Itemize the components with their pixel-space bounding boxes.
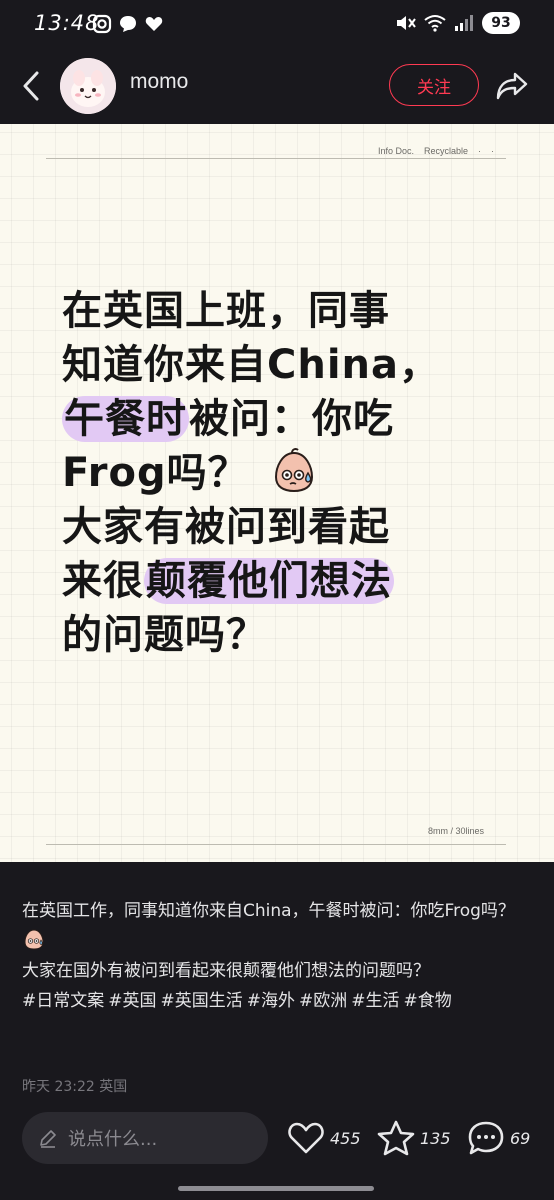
pencil-icon xyxy=(40,1130,56,1148)
share-arrow-icon xyxy=(496,72,528,100)
star-outline-icon xyxy=(377,1120,415,1156)
comment-bubble-icon xyxy=(468,1121,504,1155)
hashtag-1[interactable]: #日常文案 xyxy=(22,991,104,1011)
battery-icon: 93 xyxy=(482,12,520,34)
headline-line-7: 的问题吗？ xyxy=(62,612,267,658)
instagram-icon xyxy=(92,14,112,34)
post-header: momo 关注 xyxy=(0,52,554,124)
share-button[interactable] xyxy=(492,66,532,106)
hashtag-2[interactable]: #英国 xyxy=(108,991,156,1011)
heart-icon xyxy=(145,17,163,31)
dots-decoration: ·· xyxy=(478,146,504,156)
headline-line-4-text: Frog吗？ xyxy=(62,450,249,496)
avatar[interactable] xyxy=(60,58,116,114)
headline-highlight-1: 午餐时 xyxy=(62,396,189,442)
post-date: 昨天 23:22 英国 xyxy=(22,1079,128,1095)
hashtag-6[interactable]: #生活 xyxy=(351,991,399,1011)
doc-meta: Info Doc. Recyclable ·· xyxy=(378,146,504,156)
collect-count: 135 xyxy=(420,1128,451,1148)
headline-line-4: Frog吗？ xyxy=(62,446,502,500)
signal-icon xyxy=(455,15,473,31)
caption-line-1-text: 在英国工作，同事知道你来自China，午餐时被问：你吃Frog吗？ xyxy=(22,901,515,921)
hashtag-list: #日常文案 #英国 #英国生活 #海外 #欧洲 #生活 #食物 xyxy=(22,986,538,1016)
headline-line-6-pre: 来很 xyxy=(62,558,144,604)
doc-tag: Recyclable xyxy=(423,146,468,156)
comment-count: 69 xyxy=(510,1128,531,1148)
mute-icon xyxy=(397,16,416,30)
notification-icons xyxy=(92,14,164,34)
sweat-face-icon xyxy=(274,448,313,493)
doc-label: Info Doc. xyxy=(377,146,414,156)
top-divider xyxy=(46,158,506,159)
headline-highlight-2: 颠覆他们想法 xyxy=(144,558,394,604)
comment-placeholder: 说点什么... xyxy=(68,1129,158,1150)
hashtag-4[interactable]: #海外 xyxy=(247,991,295,1011)
hashtag-7[interactable]: #食物 xyxy=(404,991,452,1011)
headline-line-2: 知道你来自China， xyxy=(62,342,441,388)
lines-label: 8mm / 30lines xyxy=(427,826,484,836)
wifi-icon xyxy=(424,15,446,32)
sweat-face-small-icon xyxy=(24,929,44,950)
status-bar: 13:48 93 xyxy=(0,0,554,52)
caption-line-2: 大家在国外有被问到看起来很颠覆他们想法的问题吗？ xyxy=(22,961,430,981)
chat-bubble-icon xyxy=(120,16,136,32)
comment-input[interactable]: 说点什么... xyxy=(22,1112,268,1164)
headline: 在英国上班，同事 知道你来自China， 午餐时被问：你吃 Frog吗？ 大家有… xyxy=(62,284,502,662)
headline-line-5: 大家有被问到看起 xyxy=(62,504,390,550)
hashtag-5[interactable]: #欧洲 xyxy=(299,991,347,1011)
headline-line-1: 在英国上班，同事 xyxy=(62,288,390,334)
heart-outline-icon xyxy=(288,1122,324,1154)
author-name[interactable]: momo xyxy=(130,70,188,94)
hashtag-3[interactable]: #英国生活 xyxy=(161,991,243,1011)
bottom-divider xyxy=(46,844,506,845)
avatar-character-icon xyxy=(60,58,116,114)
system-icons: 93 xyxy=(394,12,520,34)
post-caption: 在英国工作，同事知道你来自China，午餐时被问：你吃Frog吗？ 大家在国外有… xyxy=(22,896,538,1016)
headline-line-3-rest: 被问：你吃 xyxy=(189,396,394,442)
collect-button[interactable]: 135 xyxy=(376,1118,451,1158)
caption-line-1: 在英国工作，同事知道你来自China，午餐时被问：你吃Frog吗？ xyxy=(22,896,538,956)
chevron-left-icon xyxy=(23,71,39,101)
back-button[interactable] xyxy=(14,66,48,106)
comment-button[interactable]: 69 xyxy=(466,1118,530,1158)
headline-line-3: 午餐时被问：你吃 xyxy=(62,392,502,446)
like-button[interactable]: 455 xyxy=(286,1118,361,1158)
status-time: 13:48 xyxy=(34,11,100,35)
like-count: 455 xyxy=(330,1128,361,1148)
home-indicator[interactable] xyxy=(178,1186,374,1191)
follow-button[interactable]: 关注 xyxy=(389,64,479,106)
headline-line-6: 来很颠覆他们想法 xyxy=(62,554,502,608)
post-image[interactable]: Info Doc. Recyclable ·· 在英国上班，同事 知道你来自Ch… xyxy=(0,124,554,862)
